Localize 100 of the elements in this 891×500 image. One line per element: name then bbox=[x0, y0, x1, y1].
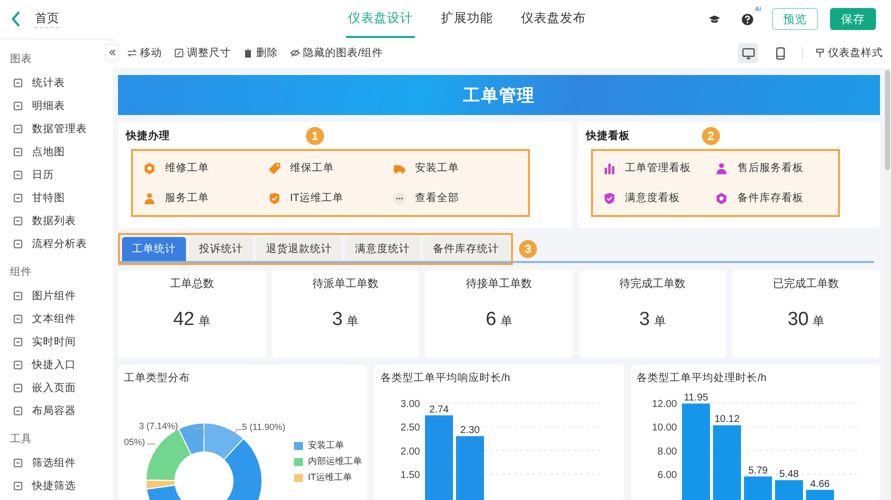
sidebar-item[interactable]: 文本组件 bbox=[10, 307, 113, 330]
toolbar-button[interactable]: 隐藏的图表/组件 bbox=[290, 46, 383, 60]
data-label: 4.66 bbox=[810, 478, 830, 490]
leader-line bbox=[195, 428, 204, 438]
sidebar-item[interactable]: 明细表 bbox=[10, 94, 113, 117]
sidebar-item[interactable]: 快捷筛选 bbox=[10, 474, 113, 497]
number-marker: 1 bbox=[306, 127, 324, 145]
kpi-label: 待接单工单数 bbox=[466, 276, 532, 291]
scrollbar[interactable] bbox=[884, 68, 891, 500]
shield-check-icon bbox=[268, 192, 281, 204]
kpi-value: 6 bbox=[486, 309, 496, 331]
square-icon bbox=[13, 100, 23, 110]
sidebar-item[interactable]: 甘特图 bbox=[10, 186, 113, 209]
axis-tick-label: 10.00 bbox=[652, 422, 677, 434]
slice-label: 5 (11.90%) bbox=[242, 422, 286, 432]
sidebar-item[interactable]: 日历 bbox=[10, 163, 113, 186]
axis-tick-label: 12.00 bbox=[652, 399, 677, 410]
chart-title: 工单类型分布 bbox=[124, 371, 191, 385]
shortcut-item[interactable]: 维修工单 bbox=[143, 158, 268, 178]
bar bbox=[456, 436, 484, 500]
legend-item: 安装工单 bbox=[294, 439, 362, 452]
shortcut-item[interactable]: 工单管理看板 bbox=[602, 158, 716, 178]
shortcut-item[interactable]: 备件库存看板 bbox=[715, 188, 828, 208]
back-icon[interactable] bbox=[11, 11, 21, 27]
sidebar-item[interactable]: 流程分析表 bbox=[10, 232, 113, 255]
square-icon bbox=[13, 78, 23, 88]
shortcut-item[interactable]: 售后服务看板 bbox=[715, 158, 828, 178]
nav-tab[interactable]: 扩展功能 bbox=[439, 0, 495, 38]
bar bbox=[774, 480, 803, 500]
shortcut-item[interactable]: 满意度看板 bbox=[602, 188, 716, 208]
shortcut-item[interactable]: 维保工单 bbox=[268, 158, 393, 178]
square-icon bbox=[13, 192, 23, 202]
sidebar-item[interactable]: 快捷入口 bbox=[10, 353, 113, 376]
axis-tick-label: 2.50 bbox=[400, 422, 420, 434]
kpi-value: 42 bbox=[173, 309, 194, 331]
data-label: 5.79 bbox=[748, 465, 768, 476]
kpi-unit: 单 bbox=[812, 313, 825, 330]
kpi-value: 30 bbox=[788, 309, 809, 331]
home-link[interactable]: 首页 bbox=[35, 10, 59, 28]
sidebar-item[interactable]: 数据列表 bbox=[10, 209, 113, 232]
kpi-unit: 单 bbox=[500, 313, 512, 330]
number-marker: 3 bbox=[519, 240, 537, 258]
help-icon[interactable] bbox=[741, 12, 754, 26]
shortcut-item[interactable]: 安装工单 bbox=[393, 158, 518, 178]
data-label: 11.95 bbox=[684, 392, 708, 404]
paint-roller-icon bbox=[815, 48, 825, 58]
shortcut-item[interactable]: 服务工单 bbox=[143, 188, 268, 208]
square-icon bbox=[13, 360, 23, 370]
kpi-label: 待派单工单数 bbox=[312, 277, 378, 291]
legend-item: 内部运维工单 bbox=[294, 455, 362, 468]
kpi-label: 工单总数 bbox=[170, 277, 214, 291]
toolbar-button[interactable]: 删除 bbox=[243, 46, 278, 60]
section-title: 工具 bbox=[10, 432, 33, 446]
data-label: 10.12 bbox=[714, 414, 740, 426]
sidebar-item[interactable]: 筛选组件 bbox=[10, 451, 113, 474]
shortcut-item[interactable]: IT运维工单 bbox=[268, 188, 393, 208]
resize-icon bbox=[174, 48, 184, 58]
sidebar-item[interactable]: 数据管理表 bbox=[10, 117, 113, 140]
data-label: 2.30 bbox=[460, 425, 480, 436]
sidebar-item[interactable]: 布局容器 bbox=[10, 399, 113, 422]
bar-chart-icon bbox=[602, 162, 616, 174]
nav-tab[interactable]: 仪表盘发布 bbox=[519, 0, 588, 38]
tablet-icon bbox=[774, 46, 786, 60]
square-icon bbox=[13, 336, 23, 346]
hexagon-icon bbox=[143, 162, 156, 174]
toolbar-button[interactable]: 调整尺寸 bbox=[174, 46, 231, 60]
stat-tab[interactable]: 投诉统计 bbox=[189, 237, 253, 261]
legend-item: IT运维工单 bbox=[294, 471, 362, 484]
swap-arrows-icon bbox=[127, 48, 137, 58]
square-icon bbox=[13, 146, 23, 156]
monitor-icon bbox=[742, 46, 754, 60]
card-title: 快捷办理 bbox=[126, 129, 170, 143]
stat-tab[interactable]: 工单统计 bbox=[122, 237, 186, 261]
bar bbox=[806, 490, 834, 500]
kpi-unit: 单 bbox=[346, 313, 359, 330]
shortcut-item[interactable]: 查看全部 bbox=[393, 188, 518, 208]
data-label: 2.74 bbox=[430, 404, 450, 416]
desktop-view-button[interactable] bbox=[738, 43, 758, 63]
stat-tab[interactable]: 退货退款统计 bbox=[256, 237, 342, 261]
sidebar-item[interactable]: 统计表 bbox=[10, 71, 113, 94]
chart-title: 各类型工单平均处理时长/h bbox=[636, 371, 768, 385]
collapse-button[interactable] bbox=[105, 44, 119, 60]
person-icon bbox=[143, 192, 156, 204]
sidebar-item[interactable]: 图片组件 bbox=[10, 284, 113, 307]
sidebar-item[interactable]: 嵌入页面 bbox=[10, 376, 113, 399]
sidebar-item[interactable]: 实时时间 bbox=[10, 330, 113, 353]
axis-tick-label: 3.00 bbox=[400, 399, 420, 410]
double-chevron-icon bbox=[108, 48, 116, 56]
sidebar-item[interactable]: 点地图 bbox=[10, 140, 113, 163]
stat-tab[interactable]: 满意度统计 bbox=[345, 237, 420, 261]
stat-tab[interactable]: 备件库存统计 bbox=[423, 237, 509, 261]
hexagon-icon bbox=[715, 192, 728, 204]
tag-icon bbox=[268, 162, 281, 174]
square-icon bbox=[13, 458, 23, 468]
leader-line bbox=[231, 429, 242, 437]
dashboard-style-button[interactable]: 仪表盘样式 bbox=[815, 46, 883, 60]
graduation-cap-icon[interactable] bbox=[708, 12, 721, 26]
toolbar-button[interactable]: 移动 bbox=[127, 46, 162, 60]
shield-check-icon bbox=[602, 192, 616, 204]
square-icon bbox=[13, 170, 23, 180]
